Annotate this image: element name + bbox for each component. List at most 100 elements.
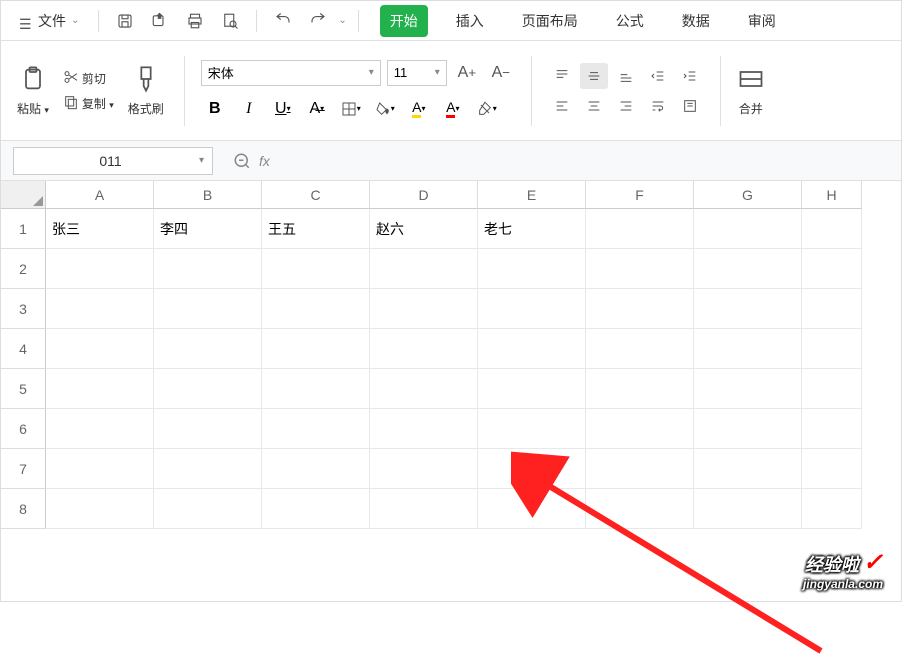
col-header-C[interactable]: C bbox=[262, 181, 370, 209]
cell-G2[interactable] bbox=[694, 249, 802, 289]
cell-A3[interactable] bbox=[46, 289, 154, 329]
cell-G4[interactable] bbox=[694, 329, 802, 369]
row-header-4[interactable]: 4 bbox=[1, 329, 46, 369]
cell-H8[interactable] bbox=[802, 489, 862, 529]
col-header-D[interactable]: D bbox=[370, 181, 478, 209]
cell-E2[interactable] bbox=[478, 249, 586, 289]
cell-A6[interactable] bbox=[46, 409, 154, 449]
cell-F6[interactable] bbox=[586, 409, 694, 449]
cell-H7[interactable] bbox=[802, 449, 862, 489]
cell-D1[interactable]: 赵六 bbox=[370, 209, 478, 249]
row-header-3[interactable]: 3 bbox=[1, 289, 46, 329]
cell-G7[interactable] bbox=[694, 449, 802, 489]
cell-G1[interactable] bbox=[694, 209, 802, 249]
col-header-B[interactable]: B bbox=[154, 181, 262, 209]
cell-A1[interactable]: 张三 bbox=[46, 209, 154, 249]
cell-B3[interactable] bbox=[154, 289, 262, 329]
italic-button[interactable]: I bbox=[235, 96, 263, 122]
cell-H6[interactable] bbox=[802, 409, 862, 449]
cell-E4[interactable] bbox=[478, 329, 586, 369]
col-header-A[interactable]: A bbox=[46, 181, 154, 209]
tab-formula[interactable]: 公式 bbox=[606, 5, 654, 37]
cell-G5[interactable] bbox=[694, 369, 802, 409]
cell-F5[interactable] bbox=[586, 369, 694, 409]
col-header-F[interactable]: F bbox=[586, 181, 694, 209]
redo-icon[interactable] bbox=[303, 6, 333, 36]
fill-color-button[interactable]: ▾ bbox=[371, 96, 399, 122]
undo-icon[interactable] bbox=[268, 6, 298, 36]
orientation-button[interactable] bbox=[676, 93, 704, 119]
col-header-G[interactable]: G bbox=[694, 181, 802, 209]
align-right-button[interactable] bbox=[612, 93, 640, 119]
cell-C8[interactable] bbox=[262, 489, 370, 529]
cell-C6[interactable] bbox=[262, 409, 370, 449]
cell-E3[interactable] bbox=[478, 289, 586, 329]
cell-E1[interactable]: 老七 bbox=[478, 209, 586, 249]
highlight-button[interactable]: A▾ bbox=[405, 96, 433, 122]
decrease-font-button[interactable]: A− bbox=[487, 60, 515, 86]
row-header-6[interactable]: 6 bbox=[1, 409, 46, 449]
wrap-text-button[interactable] bbox=[644, 93, 672, 119]
cell-A2[interactable] bbox=[46, 249, 154, 289]
copy-button[interactable]: 复制 ▾ bbox=[57, 92, 120, 115]
merge-button[interactable]: 合并 bbox=[737, 65, 765, 117]
cell-B8[interactable] bbox=[154, 489, 262, 529]
cell-F4[interactable] bbox=[586, 329, 694, 369]
row-header-1[interactable]: 1 bbox=[1, 209, 46, 249]
cell-F2[interactable] bbox=[586, 249, 694, 289]
cell-A5[interactable] bbox=[46, 369, 154, 409]
cell-F1[interactable] bbox=[586, 209, 694, 249]
row-header-2[interactable]: 2 bbox=[1, 249, 46, 289]
align-bottom-button[interactable] bbox=[612, 63, 640, 89]
cell-A7[interactable] bbox=[46, 449, 154, 489]
cell-C4[interactable] bbox=[262, 329, 370, 369]
print-icon[interactable] bbox=[180, 6, 210, 36]
cell-D3[interactable] bbox=[370, 289, 478, 329]
cell-B5[interactable] bbox=[154, 369, 262, 409]
increase-font-button[interactable]: A+ bbox=[453, 60, 481, 86]
col-header-H[interactable]: H bbox=[802, 181, 862, 209]
cell-D6[interactable] bbox=[370, 409, 478, 449]
cell-B4[interactable] bbox=[154, 329, 262, 369]
cell-H1[interactable] bbox=[802, 209, 862, 249]
font-color-button[interactable]: A▾ bbox=[439, 96, 467, 122]
tab-layout[interactable]: 页面布局 bbox=[512, 5, 588, 37]
cell-H3[interactable] bbox=[802, 289, 862, 329]
save-as-icon[interactable] bbox=[145, 6, 175, 36]
cell-B2[interactable] bbox=[154, 249, 262, 289]
save-icon[interactable] bbox=[110, 6, 140, 36]
cell-G8[interactable] bbox=[694, 489, 802, 529]
cell-A4[interactable] bbox=[46, 329, 154, 369]
qat-dropdown-icon[interactable]: ⌄ bbox=[338, 15, 346, 26]
cell-F7[interactable] bbox=[586, 449, 694, 489]
cell-E7[interactable] bbox=[478, 449, 586, 489]
cell-H2[interactable] bbox=[802, 249, 862, 289]
tab-start[interactable]: 开始 bbox=[380, 5, 428, 37]
clear-format-button[interactable]: ▾ bbox=[473, 96, 501, 122]
cell-C3[interactable] bbox=[262, 289, 370, 329]
cut-button[interactable]: 剪切 bbox=[57, 67, 120, 90]
file-menu[interactable]: 文件 ⌄ bbox=[11, 7, 87, 35]
cell-B1[interactable]: 李四 bbox=[154, 209, 262, 249]
border-button[interactable]: ▾ bbox=[337, 96, 365, 122]
cell-F3[interactable] bbox=[586, 289, 694, 329]
paste-button[interactable]: 粘贴 ▾ bbox=[13, 63, 53, 119]
cell-C7[interactable] bbox=[262, 449, 370, 489]
print-preview-icon[interactable] bbox=[215, 6, 245, 36]
row-header-7[interactable]: 7 bbox=[1, 449, 46, 489]
increase-indent-button[interactable] bbox=[676, 63, 704, 89]
cell-D7[interactable] bbox=[370, 449, 478, 489]
cell-D2[interactable] bbox=[370, 249, 478, 289]
align-middle-button[interactable] bbox=[580, 63, 608, 89]
cell-E8[interactable] bbox=[478, 489, 586, 529]
strikethrough-button[interactable]: A̶▾ bbox=[303, 96, 331, 122]
align-top-button[interactable] bbox=[548, 63, 576, 89]
tab-review[interactable]: 审阅 bbox=[738, 5, 786, 37]
col-header-E[interactable]: E bbox=[478, 181, 586, 209]
name-box[interactable]: 011 ▾ bbox=[13, 147, 213, 175]
cell-C2[interactable] bbox=[262, 249, 370, 289]
cell-G3[interactable] bbox=[694, 289, 802, 329]
tab-insert[interactable]: 插入 bbox=[446, 5, 494, 37]
cell-C1[interactable]: 王五 bbox=[262, 209, 370, 249]
cell-F8[interactable] bbox=[586, 489, 694, 529]
